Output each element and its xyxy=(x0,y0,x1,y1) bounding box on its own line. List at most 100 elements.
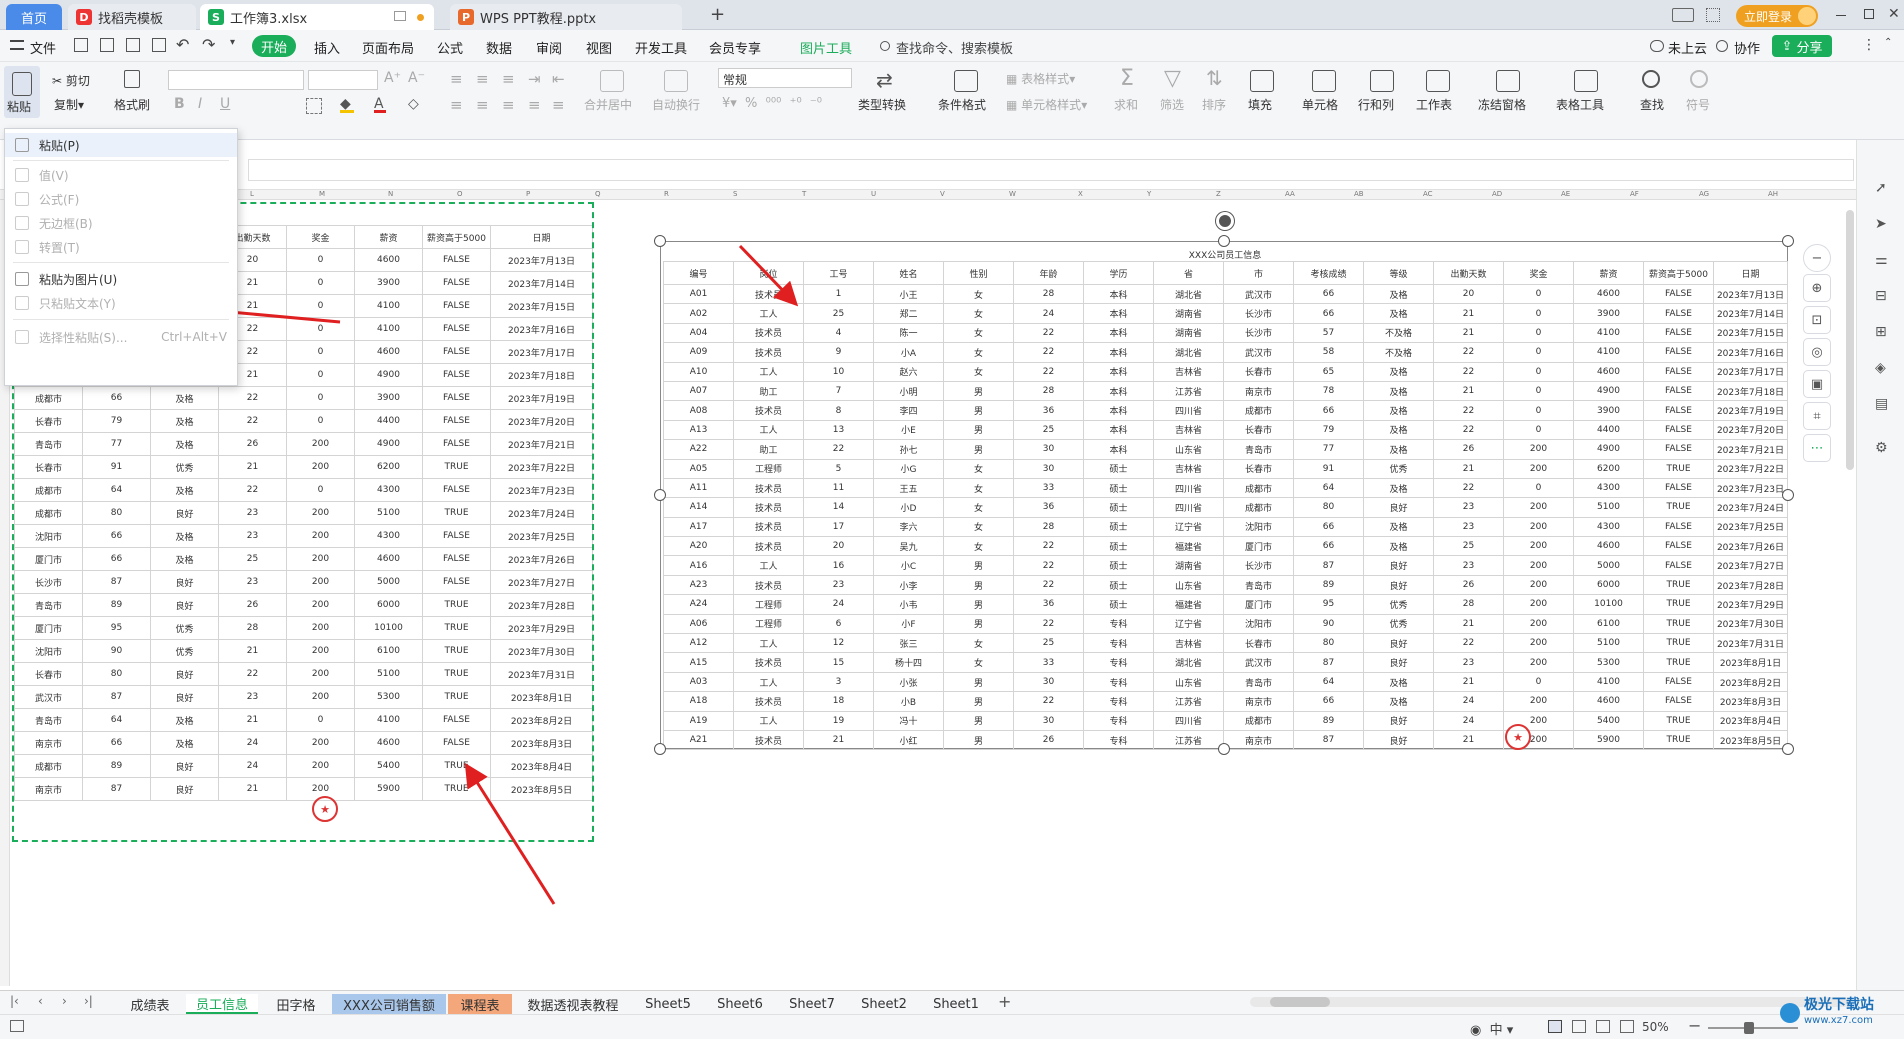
print-preview-icon[interactable] xyxy=(152,38,166,52)
font-size-select[interactable] xyxy=(308,70,378,90)
fill-button[interactable]: 填充 xyxy=(1248,96,1272,113)
align-middle-icon[interactable]: ≡ xyxy=(476,70,489,88)
align-center-icon[interactable]: ≡ xyxy=(476,96,489,114)
menu-picture-tools[interactable]: 图片工具 xyxy=(800,38,852,57)
horizontal-scrollbar[interactable] xyxy=(1250,997,1850,1007)
menu-paste-no-border[interactable]: 无边框(B) xyxy=(5,211,237,235)
decrease-font-icon[interactable]: A⁻ xyxy=(408,70,425,86)
copy-button[interactable]: 复制▾ xyxy=(54,96,84,113)
sum-button[interactable]: 求和 xyxy=(1114,96,1138,113)
conditional-format-button[interactable]: 条件格式 xyxy=(938,96,986,113)
print-icon[interactable] xyxy=(126,38,140,52)
grid-apps-icon[interactable] xyxy=(1706,8,1720,22)
number-format-select[interactable]: 常规 xyxy=(718,68,852,88)
rowcol-button[interactable]: 行和列 xyxy=(1358,96,1394,113)
align-top-icon[interactable]: ≡ xyxy=(450,70,463,88)
bookmark-icon[interactable]: ⊟ xyxy=(1875,288,1887,304)
bold-button[interactable]: B xyxy=(174,96,185,112)
currency-icon[interactable]: ¥▾ % ⁰⁰⁰ ⁺⁰ ⁻⁰ xyxy=(722,96,822,111)
sheet-tab-sheet1[interactable]: Sheet1 xyxy=(922,994,990,1014)
filter-button[interactable]: 筛选 xyxy=(1160,96,1184,113)
find-button[interactable]: 查找 xyxy=(1640,96,1664,113)
collapse-ribbon-icon[interactable]: ⌃ xyxy=(1884,37,1892,48)
cut-button[interactable]: ✂ 剪切 xyxy=(52,72,90,89)
align-left-icon[interactable]: ≡ xyxy=(450,96,463,114)
prev-sheet-icon[interactable]: ‹ xyxy=(38,994,43,1008)
add-tab-button[interactable]: + xyxy=(710,4,725,25)
macro-icon[interactable] xyxy=(10,1020,24,1032)
zoom-slider-thumb[interactable] xyxy=(1744,1022,1754,1034)
maximize-button[interactable] xyxy=(1864,9,1874,19)
settings-icon[interactable]: ⚙ xyxy=(1875,440,1888,456)
login-button[interactable]: 立即登录 xyxy=(1736,5,1818,27)
outdent-icon[interactable]: ⇤ xyxy=(552,70,565,88)
justify-icon[interactable]: ≡ xyxy=(528,96,541,114)
scroll-thumb[interactable] xyxy=(1270,997,1330,1007)
first-sheet-icon[interactable]: |‹ xyxy=(10,994,19,1008)
menu-paste-formulas[interactable]: 公式(F) xyxy=(5,187,237,211)
zoom-level[interactable]: 50% xyxy=(1642,1020,1669,1034)
sheet-tab-sales[interactable]: XXX公司销售额 xyxy=(332,994,446,1014)
redo-icon[interactable]: ↷ xyxy=(202,35,215,54)
menu-developer[interactable]: 开发工具 xyxy=(635,38,687,57)
export-icon[interactable] xyxy=(100,38,114,52)
menu-formula[interactable]: 公式 xyxy=(437,38,463,57)
rocket-icon[interactable]: ➚ xyxy=(1875,180,1887,196)
cell-button[interactable]: 单元格 xyxy=(1302,96,1338,113)
menu-review[interactable]: 审阅 xyxy=(536,38,562,57)
sheet-tab-sheet5[interactable]: Sheet5 xyxy=(634,994,702,1014)
menu-paste-as-picture[interactable]: 粘贴为图片(U) xyxy=(5,267,237,291)
more-menu-icon[interactable]: ⋮ xyxy=(1862,37,1876,53)
align-bottom-icon[interactable]: ≡ xyxy=(502,70,515,88)
paste-button[interactable]: 粘贴 xyxy=(4,66,40,118)
menu-paste-transpose[interactable]: 转置(T) xyxy=(5,235,237,259)
menu-start[interactable]: 开始 xyxy=(252,35,296,57)
cell-style-button[interactable]: ▦ 单元格样式▾ xyxy=(1006,96,1087,113)
sheet-tab-sheet6[interactable]: Sheet6 xyxy=(706,994,774,1014)
save-icon[interactable] xyxy=(74,38,88,52)
table-tools-button[interactable]: 表格工具 xyxy=(1556,96,1604,113)
menu-file[interactable]: 文件 xyxy=(30,38,56,57)
menu-view[interactable]: 视图 xyxy=(586,38,612,57)
layers-icon[interactable]: ⊞ xyxy=(1875,324,1887,340)
menu-paste-special[interactable]: 选择性粘贴(S)... Ctrl+Alt+V xyxy=(5,325,237,349)
share-button[interactable]: ⇪ 分享 xyxy=(1772,35,1832,57)
font-name-select[interactable] xyxy=(168,70,304,90)
tab-workbook3[interactable]: S 工作簿3.xlsx xyxy=(200,4,434,30)
ime-indicator[interactable]: ◉ 中 ▾ xyxy=(1470,1019,1513,1038)
tab-docer-templates[interactable]: D 找稻壳模板 xyxy=(68,4,196,30)
distribute-icon[interactable]: ≡ xyxy=(552,96,565,114)
command-search[interactable]: 查找命令、搜索模板 xyxy=(896,38,1013,57)
next-sheet-icon[interactable]: › xyxy=(62,994,67,1008)
page-view-icon[interactable] xyxy=(1572,1020,1586,1033)
merge-center-button[interactable]: 合并居中 xyxy=(584,96,632,113)
tab-ppt-tutorial[interactable]: P WPS PPT教程.pptx xyxy=(450,4,682,30)
more-quick-icon[interactable]: ▾ xyxy=(230,37,235,48)
menu-paste-values[interactable]: 值(V) xyxy=(5,163,237,187)
format-painter-button[interactable]: 格式刷 xyxy=(114,96,150,113)
break-view-icon[interactable] xyxy=(1596,1020,1610,1033)
sheet-tab-pivot[interactable]: 数据透视表教程 xyxy=(514,994,632,1014)
fill-color-icon[interactable]: ◆ xyxy=(340,96,354,113)
cloud-status[interactable]: 未上云 xyxy=(1668,38,1707,57)
add-sheet-icon[interactable]: + xyxy=(998,992,1011,1011)
location-icon[interactable]: ◈ xyxy=(1875,360,1886,376)
menu-member[interactable]: 会员专享 xyxy=(709,38,761,57)
clear-format-icon[interactable]: ◇ xyxy=(408,96,419,112)
menu-page-layout[interactable]: 页面布局 xyxy=(362,38,414,57)
zoom-out-button[interactable]: − xyxy=(1688,1016,1701,1035)
font-color-icon[interactable]: A xyxy=(374,96,386,113)
minimize-button[interactable] xyxy=(1836,15,1846,16)
worksheet-button[interactable]: 工作表 xyxy=(1416,96,1452,113)
wrap-text-button[interactable]: 自动换行 xyxy=(652,96,700,113)
close-button[interactable]: ✕ xyxy=(1888,6,1900,22)
indent-icon[interactable]: ⇥ xyxy=(528,70,541,88)
italic-button[interactable]: I xyxy=(198,96,202,112)
increase-font-icon[interactable]: A⁺ xyxy=(384,70,401,86)
type-convert-button[interactable]: 类型转换 xyxy=(858,96,906,113)
collab-button[interactable]: 协作 xyxy=(1734,38,1760,57)
formula-input[interactable] xyxy=(248,159,1854,181)
menu-data[interactable]: 数据 xyxy=(486,38,512,57)
menu-paste[interactable]: 粘贴(P) xyxy=(5,133,237,157)
symbol-button[interactable]: 符号 xyxy=(1686,96,1710,113)
